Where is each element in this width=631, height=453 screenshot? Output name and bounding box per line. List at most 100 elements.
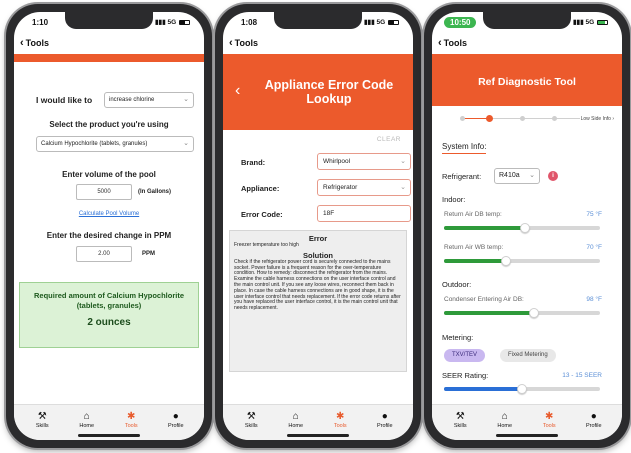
home-icon: ⌂: [83, 411, 90, 422]
calculate-volume-link[interactable]: Calculate Pool Volume: [14, 211, 204, 217]
wb-slider[interactable]: [444, 256, 600, 266]
error-code-label: Error Code:: [241, 210, 283, 219]
battery-icon: [597, 19, 608, 25]
back-icon[interactable]: ‹: [229, 37, 233, 49]
nav-bar[interactable]: ‹ Tools: [223, 34, 413, 52]
condenser-label: Condenser Entering Air DB:: [444, 296, 524, 303]
tools-icon: ✱: [336, 411, 345, 422]
home-indicator: [496, 434, 558, 437]
chevron-down-icon: ⌄: [400, 184, 406, 191]
tab-skills[interactable]: ⚒ Skills: [26, 411, 58, 440]
back-icon[interactable]: ‹: [438, 37, 442, 49]
tab-profile[interactable]: ● Profile: [369, 411, 401, 440]
header-title: Ref Diagnostic Tool: [478, 76, 576, 88]
db-value: 75 °F: [586, 211, 602, 218]
step-dot: [552, 116, 557, 121]
result-value: 2 ounces: [87, 317, 131, 328]
volume-label: Enter volume of the pool: [62, 170, 156, 179]
hammer-icon: ⚒: [246, 411, 256, 422]
status-time: 1:10: [32, 18, 49, 27]
tab-profile[interactable]: ● Profile: [160, 411, 192, 440]
step-label[interactable]: Low Side Info ›: [581, 116, 614, 122]
db-slider[interactable]: [444, 223, 600, 233]
notch: [65, 12, 153, 29]
error-result: Error Freezer temperature too high Solut…: [229, 230, 407, 372]
profile-icon: ●: [590, 411, 597, 422]
product-select[interactable]: Calcium Hypochlorite (tablets, granules)…: [36, 136, 194, 152]
hammer-icon: ⚒: [37, 411, 47, 422]
header-title: Appliance Error Code Lookup: [264, 78, 394, 106]
phone-ref-diagnostic: 10:50 ▮▮▮ 5G ‹ Tools Ref Diagnostic Tool …: [424, 4, 630, 448]
volume-unit: (In Gallons): [138, 189, 171, 195]
status-time: 1:08: [241, 18, 258, 27]
appliance-label: Appliance:: [241, 184, 280, 193]
accent-bar: [14, 54, 204, 62]
change-label: Enter the desired change in PPM: [46, 231, 172, 240]
phone-error-lookup: 1:08 ▮▮▮ 5G ‹ Tools ‹ Appliance Error Cod…: [215, 4, 421, 448]
clear-button[interactable]: CLEAR: [377, 136, 401, 143]
signal-indicator: ▮▮▮ 5G: [573, 18, 608, 26]
refrigerant-label: Refrigerant:: [442, 172, 482, 181]
indoor-heading: Indoor:: [442, 195, 466, 204]
battery-icon: [179, 19, 190, 25]
system-info-heading: System Info:: [442, 142, 487, 154]
tab-profile[interactable]: ● Profile: [578, 411, 610, 440]
metering-fixed-chip[interactable]: Fixed Metering: [500, 349, 556, 362]
metering-txv-chip[interactable]: TXV/TEV: [444, 349, 486, 362]
result-card: Required amount of Calcium Hypochlorite …: [19, 282, 199, 348]
seer-value: 13 - 15 SEER: [562, 372, 602, 379]
wb-value: 70 °F: [586, 244, 602, 251]
signal-indicator: ▮▮▮ 5G: [155, 18, 190, 26]
chevron-down-icon: ⌄: [529, 172, 535, 179]
chevron-down-icon: ⌄: [183, 140, 189, 147]
nav-title: Tools: [25, 38, 50, 48]
metering-heading: Metering:: [442, 333, 474, 342]
seer-slider[interactable]: [444, 384, 600, 394]
profile-icon: ●: [172, 411, 179, 422]
tools-icon: ✱: [545, 411, 554, 422]
like-label: I would like to: [36, 95, 93, 105]
brand-label: Brand:: [241, 158, 266, 167]
tab-skills[interactable]: ⚒ Skills: [444, 411, 476, 440]
tab-skills[interactable]: ⚒ Skills: [235, 411, 267, 440]
brand-select[interactable]: Whirlpool ⌄: [317, 153, 411, 170]
home-icon: ⌂: [501, 411, 508, 422]
slider-knob: [517, 384, 527, 394]
tools-icon: ✱: [127, 411, 136, 422]
screen: 1:10 ▮▮▮ 5G ‹ Tools I would like to incre…: [14, 12, 204, 440]
status-time: 10:50: [444, 17, 477, 28]
nav-bar[interactable]: ‹ Tools: [432, 34, 622, 52]
condenser-slider[interactable]: [444, 308, 600, 318]
screen: 1:08 ▮▮▮ 5G ‹ Tools ‹ Appliance Error Cod…: [223, 12, 413, 440]
header-back-icon[interactable]: ‹: [235, 82, 240, 100]
nav-bar[interactable]: ‹ Tools: [14, 34, 204, 52]
volume-input[interactable]: 5000: [76, 184, 132, 200]
phone-pool-calculator: 1:10 ▮▮▮ 5G ‹ Tools I would like to incre…: [6, 4, 212, 448]
condenser-value: 98 °F: [586, 296, 602, 303]
seer-label: SEER Rating:: [442, 371, 489, 380]
info-icon[interactable]: i: [548, 171, 558, 181]
profile-icon: ●: [381, 411, 388, 422]
appliance-select[interactable]: Refrigerator ⌄: [317, 179, 411, 196]
slider-knob: [529, 308, 540, 318]
hammer-icon: ⚒: [455, 411, 465, 422]
db-label: Return Air DB temp:: [444, 211, 502, 218]
result-title: Required amount of Calcium Hypochlorite …: [33, 291, 184, 310]
product-label: Select the product you're using: [49, 120, 169, 129]
nav-title: Tools: [443, 38, 468, 48]
ppm-input[interactable]: 2.00: [76, 246, 132, 262]
screen: 10:50 ▮▮▮ 5G ‹ Tools Ref Diagnostic Tool …: [432, 12, 622, 440]
home-indicator: [287, 434, 349, 437]
slider-knob: [520, 223, 531, 233]
error-code-input[interactable]: 18F: [317, 205, 411, 222]
notch: [483, 12, 571, 29]
header: Ref Diagnostic Tool: [432, 54, 622, 106]
refrigerant-select[interactable]: R410a ⌄: [494, 168, 540, 184]
battery-icon: [388, 19, 399, 25]
back-icon[interactable]: ‹: [20, 37, 24, 49]
action-select[interactable]: increase chlorine ⌄: [104, 92, 194, 108]
wb-label: Return Air WB temp:: [444, 244, 504, 251]
nav-title: Tools: [234, 38, 259, 48]
stage: 1:10 ▮▮▮ 5G ‹ Tools I would like to incre…: [0, 0, 631, 453]
slider-knob: [501, 256, 512, 266]
